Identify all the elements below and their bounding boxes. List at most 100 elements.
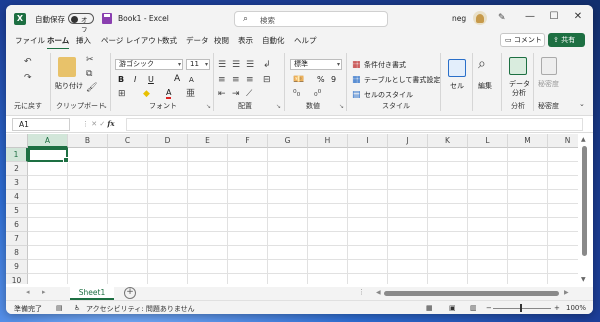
tab-formulas[interactable]: 数式	[162, 35, 177, 46]
column-header[interactable]: N	[548, 134, 578, 148]
vertical-scroll-thumb[interactable]	[582, 146, 587, 256]
next-sheet-icon[interactable]: ▸	[42, 288, 46, 296]
tab-home[interactable]: ホーム	[47, 35, 70, 50]
column-header[interactable]: C	[108, 134, 148, 148]
maximize-button[interactable]: ☐	[544, 11, 564, 22]
select-all-corner[interactable]	[6, 134, 28, 148]
comment-button[interactable]: ▭ コメント	[500, 33, 545, 47]
close-button[interactable]: ✕	[568, 11, 588, 22]
analyze-data-button-line2[interactable]: 分析	[512, 88, 526, 98]
scroll-up-icon[interactable]: ▲	[581, 136, 586, 143]
row-header[interactable]: 10	[6, 274, 28, 284]
phonetic-icon[interactable]: 亜	[186, 89, 195, 99]
add-sheet-button[interactable]: +	[124, 287, 136, 299]
italic-button[interactable]: I	[134, 75, 136, 84]
tab-automate[interactable]: 自動化	[262, 35, 285, 46]
currency-icon[interactable]: 💴	[293, 75, 304, 85]
number-launcher-icon[interactable]: ↘	[339, 103, 344, 110]
page-layout-view-icon[interactable]: ▣	[449, 304, 456, 312]
grow-font-button[interactable]: A	[174, 74, 180, 84]
horizontal-scroll-thumb[interactable]	[384, 291, 559, 296]
row-header[interactable]: 9	[6, 260, 28, 274]
row-header[interactable]: 7	[6, 232, 28, 246]
row-header[interactable]: 2	[6, 162, 28, 176]
zoom-out-button[interactable]: −	[486, 304, 492, 312]
page-break-view-icon[interactable]: ▥	[470, 304, 477, 312]
column-header[interactable]: B	[68, 134, 108, 148]
bold-button[interactable]: B	[118, 75, 124, 84]
wrap-text-icon[interactable]: ↲	[263, 60, 271, 70]
fill-color-icon[interactable]: ◆	[143, 89, 150, 99]
format-as-table-button[interactable]: テーブルとして書式設定	[364, 75, 440, 85]
align-right-icon[interactable]: ≡	[246, 75, 254, 85]
column-header[interactable]: I	[348, 134, 388, 148]
more-options-icon[interactable]: ⋮	[82, 120, 89, 128]
sheet-tab[interactable]: Sheet1	[70, 287, 114, 300]
borders-icon[interactable]: ⊞	[118, 89, 126, 99]
clipboard-launcher-icon[interactable]: ↘	[102, 103, 107, 110]
scroll-down-icon[interactable]: ▼	[581, 276, 586, 283]
format-painter-icon[interactable]: 🖌	[86, 83, 97, 93]
column-header[interactable]: G	[268, 134, 308, 148]
minimize-button[interactable]: —	[520, 11, 540, 22]
decrease-indent-icon[interactable]: ⇤	[218, 89, 226, 99]
merge-center-icon[interactable]: ⊟	[263, 75, 271, 85]
column-header[interactable]: A	[28, 134, 68, 148]
zoom-in-button[interactable]: +	[554, 304, 560, 312]
tab-data[interactable]: データ	[186, 35, 209, 46]
redo-icon[interactable]: ↷	[24, 73, 32, 83]
alignment-launcher-icon[interactable]: ↘	[276, 103, 281, 110]
tab-page-layout[interactable]: ページ レイアウト	[101, 35, 163, 46]
column-header[interactable]: F	[228, 134, 268, 148]
font-size-select[interactable]: 11 ▾	[186, 59, 210, 70]
user-name[interactable]: neg	[452, 14, 466, 23]
tab-review[interactable]: 校閲	[214, 35, 229, 46]
tab-file[interactable]: ファイル	[15, 35, 45, 46]
row-header[interactable]: 3	[6, 176, 28, 190]
increase-decimal-icon[interactable]: ⁰₀	[293, 89, 300, 99]
number-format-select[interactable]: 標準 ▾	[290, 59, 342, 70]
paste-button[interactable]: 貼り付け	[55, 81, 83, 91]
search-input[interactable]: ⌕ 検索	[234, 11, 388, 27]
tab-view[interactable]: 表示	[238, 35, 253, 46]
zoom-slider-handle[interactable]	[520, 304, 522, 312]
undo-icon[interactable]: ↶	[24, 57, 32, 67]
row-header[interactable]: 4	[6, 190, 28, 204]
insert-function-button[interactable]: fx	[107, 119, 114, 128]
split-handle-icon[interactable]: ⋮	[358, 288, 365, 296]
tab-insert[interactable]: 挿入	[76, 35, 91, 46]
comma-button[interactable]: 9	[331, 75, 336, 84]
spreadsheet-grid[interactable]: A B C D E F G H I J K L M N 1 2 3 4 5 6 7 8 9 10	[6, 134, 578, 284]
column-header[interactable]: J	[388, 134, 428, 148]
align-bottom-icon[interactable]: ☰	[246, 60, 254, 70]
copy-icon[interactable]: ⧉	[86, 69, 92, 79]
row-header[interactable]: 8	[6, 246, 28, 260]
avatar[interactable]	[473, 11, 487, 25]
align-top-icon[interactable]: ☰	[218, 60, 226, 70]
editing-button[interactable]: 編集	[478, 81, 492, 91]
cell-styles-button[interactable]: セルのスタイル	[364, 90, 413, 100]
zoom-level[interactable]: 100%	[566, 304, 586, 312]
column-header[interactable]: L	[468, 134, 508, 148]
scroll-right-icon[interactable]: ▶	[564, 289, 569, 296]
font-name-select[interactable]: 游ゴシック ▾	[115, 59, 183, 70]
name-box[interactable]: A1	[12, 118, 70, 131]
cut-icon[interactable]: ✂	[86, 55, 94, 65]
sensitivity-button[interactable]: 秘密度	[538, 79, 559, 89]
shrink-font-button[interactable]: A	[189, 76, 194, 84]
increase-indent-icon[interactable]: ⇥	[232, 89, 240, 99]
scroll-left-icon[interactable]: ◀	[376, 289, 381, 296]
align-left-icon[interactable]: ≡	[218, 75, 226, 85]
column-header[interactable]: E	[188, 134, 228, 148]
selected-cell[interactable]	[28, 148, 69, 163]
zoom-slider[interactable]	[493, 308, 551, 309]
row-header[interactable]: 5	[6, 204, 28, 218]
tab-help[interactable]: ヘルプ	[294, 35, 317, 46]
save-icon[interactable]	[102, 13, 112, 24]
column-header[interactable]: D	[148, 134, 188, 148]
normal-view-icon[interactable]: ▦	[426, 304, 433, 312]
accessibility-status[interactable]: アクセシビリティ: 問題ありません	[86, 304, 195, 314]
percent-button[interactable]: %	[317, 75, 325, 84]
font-color-button[interactable]: A	[166, 88, 172, 99]
autosave-toggle[interactable]: オフ	[68, 13, 94, 34]
